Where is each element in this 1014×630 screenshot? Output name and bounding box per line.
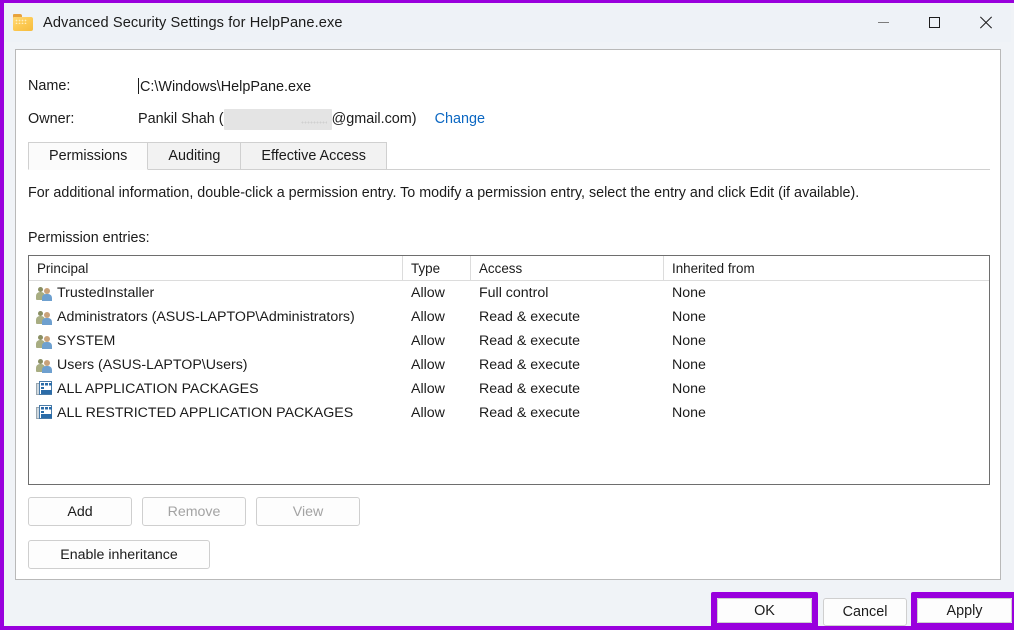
cell-access: Full control xyxy=(479,285,549,301)
cell-access: Read & execute xyxy=(479,357,580,373)
name-value: C:\Windows\HelpPane.exe xyxy=(140,78,312,95)
cell-type: Allow xyxy=(411,333,445,349)
name-value-wrapper: C:\Windows\HelpPane.exe xyxy=(138,77,312,95)
app-package-icon xyxy=(36,405,52,421)
table-row[interactable]: Administrators (ASUS-LAPTOP\Administrato… xyxy=(29,305,989,329)
cell-inherited: None xyxy=(672,309,706,325)
owner-label: Owner: xyxy=(28,111,75,127)
principal-label: ALL RESTRICTED APPLICATION PACKAGES xyxy=(57,405,354,421)
add-button[interactable]: Add xyxy=(28,497,132,526)
cell-type: Allow xyxy=(411,405,445,421)
window-controls xyxy=(858,3,1011,42)
users-group-icon xyxy=(36,285,52,301)
folder-icon xyxy=(13,14,33,31)
cell-principal: Administrators (ASUS-LAPTOP\Administrato… xyxy=(29,309,403,325)
table-row[interactable]: ALL RESTRICTED APPLICATION PACKAGES Allow… xyxy=(29,401,989,425)
cell-inherited: None xyxy=(672,405,706,421)
cancel-button[interactable]: Cancel xyxy=(823,598,907,626)
tab-permissions[interactable]: Permissions xyxy=(28,142,149,170)
ok-button[interactable]: OK xyxy=(717,598,812,623)
table-row[interactable]: TrustedInstaller Allow Full control None xyxy=(29,281,989,305)
apply-button[interactable]: Apply xyxy=(917,598,1012,623)
name-label: Name: xyxy=(28,78,71,94)
tab-effective-access[interactable]: Effective Access xyxy=(240,142,387,169)
cell-principal: ALL APPLICATION PACKAGES xyxy=(29,381,403,397)
principal-label: Administrators (ASUS-LAPTOP\Administrato… xyxy=(57,309,355,325)
name-row: Name: C:\Windows\HelpPane.exe xyxy=(28,75,311,97)
remove-button: Remove xyxy=(142,497,246,526)
close-button[interactable] xyxy=(960,3,1011,42)
cell-access: Read & execute xyxy=(479,333,580,349)
apply-button-highlight: Apply xyxy=(911,592,1014,629)
cell-access: Read & execute xyxy=(479,309,580,325)
cell-inherited: None xyxy=(672,333,706,349)
principal-label: Users (ASUS-LAPTOP\Users) xyxy=(57,357,248,373)
cell-access: Read & execute xyxy=(479,381,580,397)
dialog-window: Advanced Security Settings for HelpPane.… xyxy=(0,0,1014,630)
cell-principal: SYSTEM xyxy=(29,333,403,349)
cell-principal: Users (ASUS-LAPTOP\Users) xyxy=(29,357,403,373)
cell-type: Allow xyxy=(411,285,445,301)
owner-value-prefix: Pankil Shah ( xyxy=(138,111,224,127)
instruction-text: For additional information, double-click… xyxy=(28,185,860,201)
owner-value-suffix: @gmail.com) xyxy=(331,111,417,127)
cell-principal: ALL RESTRICTED APPLICATION PACKAGES xyxy=(29,405,403,421)
users-group-icon xyxy=(36,309,52,325)
users-group-icon xyxy=(36,333,52,349)
table-row[interactable]: ALL APPLICATION PACKAGES Allow Read & exec… xyxy=(29,377,989,401)
table-row[interactable]: SYSTEM Allow Read & execute None xyxy=(29,329,989,353)
minimize-button[interactable] xyxy=(858,3,909,42)
column-header-type[interactable]: Type xyxy=(403,256,471,280)
cell-inherited: None xyxy=(672,357,706,373)
cell-type: Allow xyxy=(411,381,445,397)
content-panel: Name: C:\Windows\HelpPane.exe Owner: Pan… xyxy=(15,49,1001,580)
enable-inheritance-button[interactable]: Enable inheritance xyxy=(28,540,210,569)
close-icon xyxy=(979,16,992,29)
column-header-inherited-from[interactable]: Inherited from xyxy=(664,256,989,280)
title-bar: Advanced Security Settings for HelpPane.… xyxy=(4,3,1011,42)
principal-label: ALL APPLICATION PACKAGES xyxy=(57,381,259,397)
maximize-icon xyxy=(929,17,940,28)
users-group-icon xyxy=(36,357,52,373)
window-title: Advanced Security Settings for HelpPane.… xyxy=(43,14,343,31)
cell-type: Allow xyxy=(411,357,445,373)
view-button: View xyxy=(256,497,360,526)
tabstrip: Permissions Auditing Effective Access xyxy=(28,142,990,170)
owner-change-link[interactable]: Change xyxy=(435,111,485,127)
table-row[interactable]: Users (ASUS-LAPTOP\Users) Allow Read & exe… xyxy=(29,353,989,377)
cell-principal: TrustedInstaller xyxy=(29,285,403,301)
permission-entries-table[interactable]: Principal Type Access Inherited from Tru… xyxy=(28,255,990,485)
principal-label: SYSTEM xyxy=(57,333,116,349)
principal-label: TrustedInstaller xyxy=(57,285,155,301)
permission-entries-label: Permission entries: xyxy=(28,230,150,246)
column-header-access[interactable]: Access xyxy=(471,256,664,280)
ok-button-highlight: OK xyxy=(711,592,818,629)
column-header-principal[interactable]: Principal xyxy=(29,256,403,280)
minimize-icon xyxy=(878,22,889,23)
app-package-icon xyxy=(36,381,52,397)
cell-inherited: None xyxy=(672,285,706,301)
owner-email-redaction xyxy=(223,108,332,130)
maximize-button[interactable] xyxy=(909,3,960,42)
dialog-footer: OK Cancel Apply xyxy=(8,588,1014,629)
cell-access: Read & execute xyxy=(479,405,580,421)
table-header-row: Principal Type Access Inherited from xyxy=(29,256,989,281)
cell-inherited: None xyxy=(672,381,706,397)
cell-type: Allow xyxy=(411,309,445,325)
text-caret xyxy=(138,77,139,94)
owner-row: Owner: Pankil Shah ( @gmail.com) Change xyxy=(28,108,485,130)
table-body: TrustedInstaller Allow Full control None Adm… xyxy=(29,281,989,425)
tab-auditing[interactable]: Auditing xyxy=(147,142,242,169)
